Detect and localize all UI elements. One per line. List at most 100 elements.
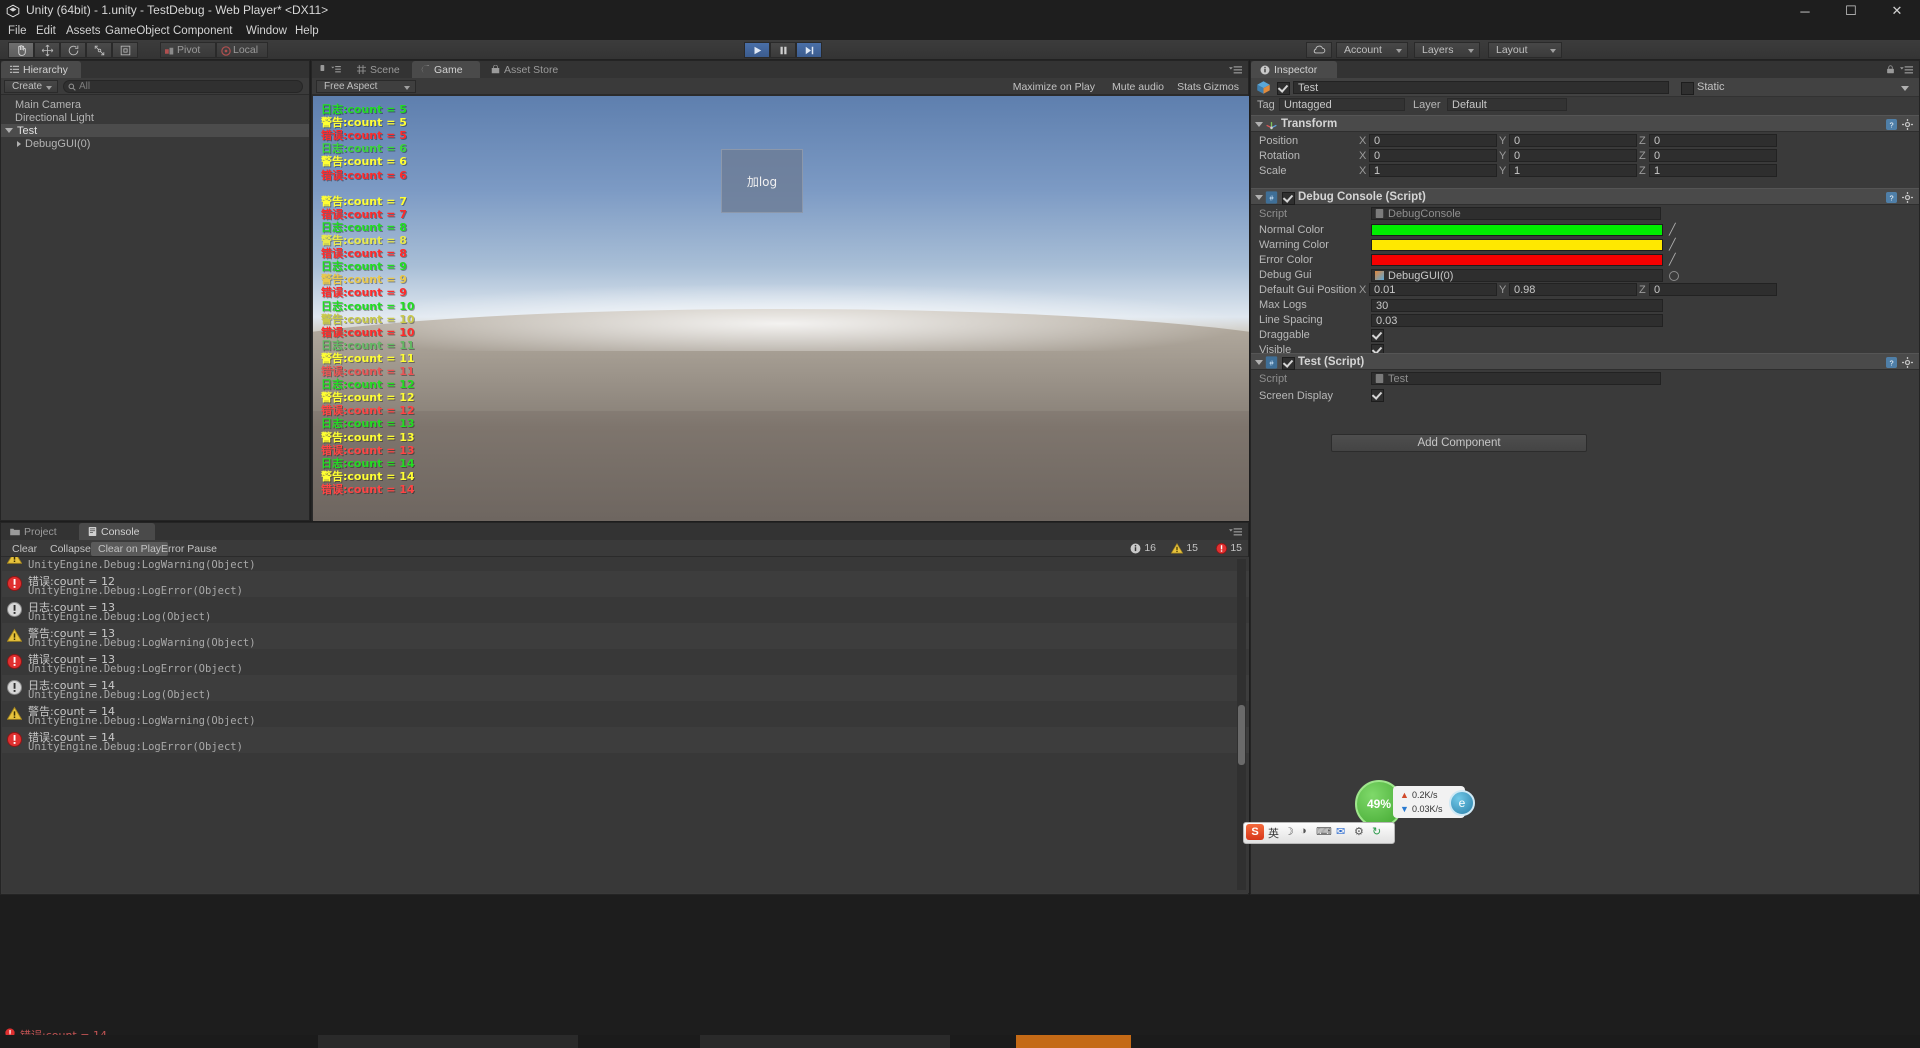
transform-component-header[interactable]: Transform ? xyxy=(1251,115,1919,132)
collapse-button[interactable]: Collapse xyxy=(43,542,98,556)
default-gui-position-z[interactable]: 0 xyxy=(1649,283,1777,296)
transform-position-x[interactable]: 0 xyxy=(1369,134,1497,147)
rect-tool-icon[interactable] xyxy=(112,42,138,58)
hierarchy-item-debuggui[interactable]: DebugGUI(0) xyxy=(1,137,309,150)
object-picker-icon[interactable] xyxy=(1669,271,1679,281)
help-icon[interactable]: ? xyxy=(1886,192,1897,203)
menu-item-help[interactable]: Help xyxy=(289,24,325,38)
rotate-tool-icon[interactable] xyxy=(60,42,86,58)
layer-dropdown[interactable]: Default xyxy=(1447,98,1567,111)
transform-rotation-x[interactable]: 0 xyxy=(1369,149,1497,162)
browser-icon[interactable]: e xyxy=(1449,790,1475,816)
ime-language-bar[interactable]: S 英 ☽ ◑ ⌨ ✉ ⚙ ↻ xyxy=(1243,822,1395,844)
gizmos-button[interactable]: Gizmos xyxy=(1196,80,1246,94)
color-field-error-color[interactable] xyxy=(1371,254,1663,266)
hierarchy-item-main-camera[interactable]: Main Camera xyxy=(1,98,309,111)
console-log-row[interactable]: 警告:count = 13 UnityEngine.Debug:LogWarnin… xyxy=(2,623,1249,649)
menu-item-gameobject[interactable]: GameObject xyxy=(99,24,176,38)
screen-display-checkbox[interactable] xyxy=(1371,389,1384,402)
aspect-dropdown[interactable]: Free Aspect xyxy=(316,80,416,93)
ime-circle-icon[interactable]: ◑ xyxy=(1300,825,1307,837)
ime-gear-icon[interactable]: ⚙ xyxy=(1354,825,1364,838)
menu-item-file[interactable]: File xyxy=(2,24,33,38)
move-tool-icon[interactable] xyxy=(34,42,60,58)
clear-button[interactable]: Clear xyxy=(5,542,44,556)
transform-position-z[interactable]: 0 xyxy=(1649,134,1777,147)
console-log-row[interactable]: 错误:count = 13 UnityEngine.Debug:LogError(… xyxy=(2,649,1249,675)
transform-scale-y[interactable]: 1 xyxy=(1509,164,1637,177)
cloud-icon[interactable] xyxy=(1306,42,1332,58)
debug-console-component-header[interactable]: # Debug Console (Script) ? xyxy=(1251,188,1919,205)
scale-tool-icon[interactable] xyxy=(86,42,112,58)
step-button[interactable] xyxy=(796,42,822,58)
test-script-component-header[interactable]: # Test (Script) ? xyxy=(1251,353,1919,370)
default-gui-position-y[interactable]: 0.98 xyxy=(1509,283,1637,296)
transform-scale-x[interactable]: 1 xyxy=(1369,164,1497,177)
tab-console[interactable]: Console xyxy=(79,523,155,540)
chevron-down-icon[interactable] xyxy=(1255,122,1263,127)
help-icon[interactable]: ? xyxy=(1886,119,1897,130)
mute-audio-button[interactable]: Mute audio xyxy=(1105,80,1171,94)
console-log-row[interactable]: 警告:count = 14 UnityEngine.Debug:LogWarnin… xyxy=(2,701,1249,727)
layers-dropdown[interactable]: Layers xyxy=(1414,42,1480,58)
error-pause-button[interactable]: Error Pause xyxy=(154,542,224,556)
tab-inspector[interactable]: Inspector xyxy=(1251,61,1337,78)
tab-hierarchy[interactable]: Hierarchy xyxy=(1,61,81,78)
taskbar-item-active[interactable] xyxy=(1016,1035,1131,1048)
script-value-field[interactable]: Test xyxy=(1371,372,1661,385)
color-field-normal-color[interactable] xyxy=(1371,224,1663,236)
gear-icon[interactable] xyxy=(1902,357,1913,368)
game-canvas[interactable]: 加log 日志:count = 5 警告:count = 5 错误:count = … xyxy=(313,96,1249,521)
chevron-right-icon[interactable] xyxy=(17,140,21,147)
console-log-row[interactable]: 错误:count = 14 UnityEngine.Debug:LogError(… xyxy=(2,727,1249,753)
text-field-max-logs[interactable]: 30 xyxy=(1371,299,1663,312)
account-dropdown[interactable]: Account xyxy=(1336,42,1408,58)
hierarchy-search-input[interactable]: All xyxy=(63,80,303,93)
tab-project[interactable]: Project xyxy=(1,523,73,540)
maximize-on-play-button[interactable]: Maximize on Play xyxy=(1006,80,1102,94)
tab-scene[interactable]: Scene xyxy=(348,61,410,78)
object-field-debug-gui[interactable]: DebugGUI(0) xyxy=(1371,269,1663,282)
console-log-row[interactable]: UnityEngine.Debug:LogWarning(Object) xyxy=(2,557,1249,571)
hand-tool-icon[interactable] xyxy=(8,42,34,58)
gear-icon[interactable] xyxy=(1902,119,1913,130)
local-toggle-button[interactable]: Local xyxy=(216,42,268,58)
add-component-button[interactable]: Add Component xyxy=(1331,434,1587,452)
menu-item-window[interactable]: Window xyxy=(240,24,293,38)
lock-icon[interactable] xyxy=(1886,65,1895,74)
object-name-field[interactable]: Test xyxy=(1293,81,1669,94)
ime-logo-icon[interactable]: S xyxy=(1246,824,1264,840)
menu-item-component[interactable]: Component xyxy=(167,24,238,38)
pivot-toggle-button[interactable]: Pivot xyxy=(160,42,216,58)
static-dropdown-icon[interactable] xyxy=(1901,86,1909,91)
log-count-badge[interactable]: 16 xyxy=(1130,542,1156,554)
debug-console-enabled-checkbox[interactable] xyxy=(1282,192,1295,205)
eyedropper-icon[interactable]: ╱ xyxy=(1669,223,1676,236)
ime-moon-icon[interactable]: ☽ xyxy=(1284,825,1294,838)
menu-item-edit[interactable]: Edit xyxy=(30,24,62,38)
console-log-row[interactable]: 日志:count = 14 UnityEngine.Debug:Log(Objec… xyxy=(2,675,1249,701)
test-script-enabled-checkbox[interactable] xyxy=(1282,357,1295,370)
transform-rotation-z[interactable]: 0 xyxy=(1649,149,1777,162)
console-scrollbar-thumb[interactable] xyxy=(1238,705,1245,765)
transform-rotation-y[interactable]: 0 xyxy=(1509,149,1637,162)
transform-position-y[interactable]: 0 xyxy=(1509,134,1637,147)
object-enabled-checkbox[interactable] xyxy=(1277,82,1290,95)
script-value-field[interactable]: DebugConsole xyxy=(1371,207,1661,220)
taskbar-item-1[interactable] xyxy=(318,1035,578,1048)
eyedropper-icon[interactable]: ╱ xyxy=(1669,238,1676,251)
help-icon[interactable]: ? xyxy=(1886,357,1897,368)
hierarchy-item-directional-light[interactable]: Directional Light xyxy=(1,111,309,124)
hierarchy-item-test[interactable]: Test xyxy=(1,124,309,137)
warning-count-badge[interactable]: 15 xyxy=(1171,542,1198,554)
default-gui-position-x[interactable]: 0.01 xyxy=(1369,283,1497,296)
checkbox-draggable[interactable] xyxy=(1371,329,1384,342)
pause-button[interactable] xyxy=(770,42,796,58)
create-dropdown[interactable]: Create xyxy=(4,80,58,93)
inspector-options-icon[interactable] xyxy=(1900,66,1913,74)
maximize-button[interactable]: ☐ xyxy=(1828,0,1874,22)
chevron-down-icon[interactable] xyxy=(1255,360,1263,365)
console-log-row[interactable]: 日志:count = 13 UnityEngine.Debug:Log(Objec… xyxy=(2,597,1249,623)
static-checkbox[interactable] xyxy=(1681,82,1694,95)
color-field-warning-color[interactable] xyxy=(1371,239,1663,251)
